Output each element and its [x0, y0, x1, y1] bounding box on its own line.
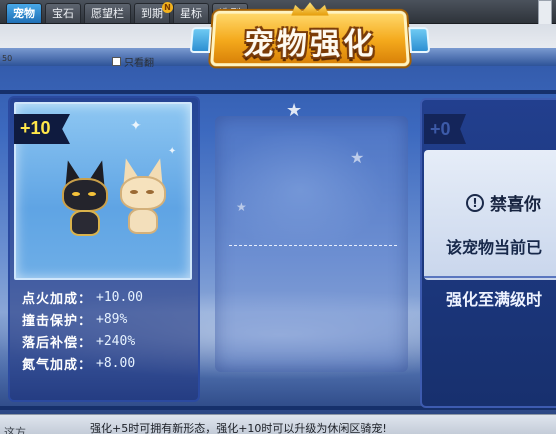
only-view-filter[interactable]: 只看翻 [112, 54, 154, 69]
notice-title: 禁喜你 [490, 190, 541, 215]
stat-label: 撞击保护： [22, 310, 92, 329]
stat-label: 落后补偿： [22, 332, 92, 351]
stat-row-catchup: 落后补偿： +240% [22, 330, 194, 352]
notice-box [424, 150, 556, 280]
banner-wing-right [408, 27, 430, 53]
notice-header: ! 禁喜你 [466, 190, 541, 215]
target-level: +0 [430, 119, 451, 140]
stat-label: 点火加成： [22, 288, 92, 307]
stat-value: +10.00 [96, 290, 143, 305]
stat-value: +240% [96, 334, 135, 349]
banner-wing-left [190, 27, 212, 53]
notice-line: 该宠物当前已 [446, 234, 542, 258]
tab-wishlist[interactable]: 愿望栏 [84, 3, 131, 23]
tab-expiring[interactable]: 到期 N [134, 3, 170, 23]
new-badge: N [162, 2, 173, 13]
pet-level: +10 [20, 118, 51, 139]
exclamation-circle-icon: ! [466, 194, 484, 212]
tab-wishlist-label: 愿望栏 [91, 7, 124, 20]
stat-value: +8.00 [96, 356, 135, 371]
pet-stats: 点火加成： +10.00 撞击保护： +89% 落后补偿： +240% 氮气加成… [22, 286, 194, 374]
tab-gem-label: 宝石 [52, 7, 74, 20]
item-count: 50 [2, 54, 12, 63]
banner-title: 宠物强化 [213, 19, 406, 63]
only-view-label: 只看翻 [124, 54, 154, 69]
dark-fox-pet [56, 160, 116, 240]
tab-starred[interactable]: 星标 [173, 3, 209, 23]
bottom-left-text: 这方 [4, 424, 26, 434]
stat-value: +89% [96, 312, 127, 327]
star-icon: ★ [236, 200, 247, 214]
tab-pet[interactable]: 宠物 [6, 3, 42, 23]
tab-starred-label: 星标 [180, 7, 202, 20]
tab-pet-label: 宠物 [13, 7, 35, 20]
stat-row-collision: 撞击保护： +89% [22, 308, 194, 330]
enhance-material-slot[interactable] [215, 116, 408, 372]
stat-label: 氮气加成： [22, 354, 92, 373]
tab-expiring-label: 到期 [141, 7, 163, 20]
tab-gem[interactable]: 宝石 [45, 3, 81, 23]
sparkle-icon: ✦ [130, 118, 142, 134]
divider [424, 276, 556, 278]
light-fox-pet [116, 158, 172, 238]
star-icon: ★ [350, 148, 364, 167]
notice-line: 强化至满级时 [446, 286, 542, 310]
title-banner: 宠物强化 [210, 11, 410, 66]
stat-row-ignition: 点火加成： +10.00 [22, 286, 194, 308]
stat-row-nitro: 氮气加成： +8.00 [22, 352, 194, 374]
hint-message: 强化+5时可拥有新形态，强化+10时可以升级为休闲区骑宠! [90, 420, 387, 434]
star-icon: ★ [286, 100, 302, 121]
sparkle-icon: ✦ [168, 146, 176, 157]
dashed-divider [229, 245, 397, 246]
only-view-checkbox[interactable] [112, 57, 121, 66]
